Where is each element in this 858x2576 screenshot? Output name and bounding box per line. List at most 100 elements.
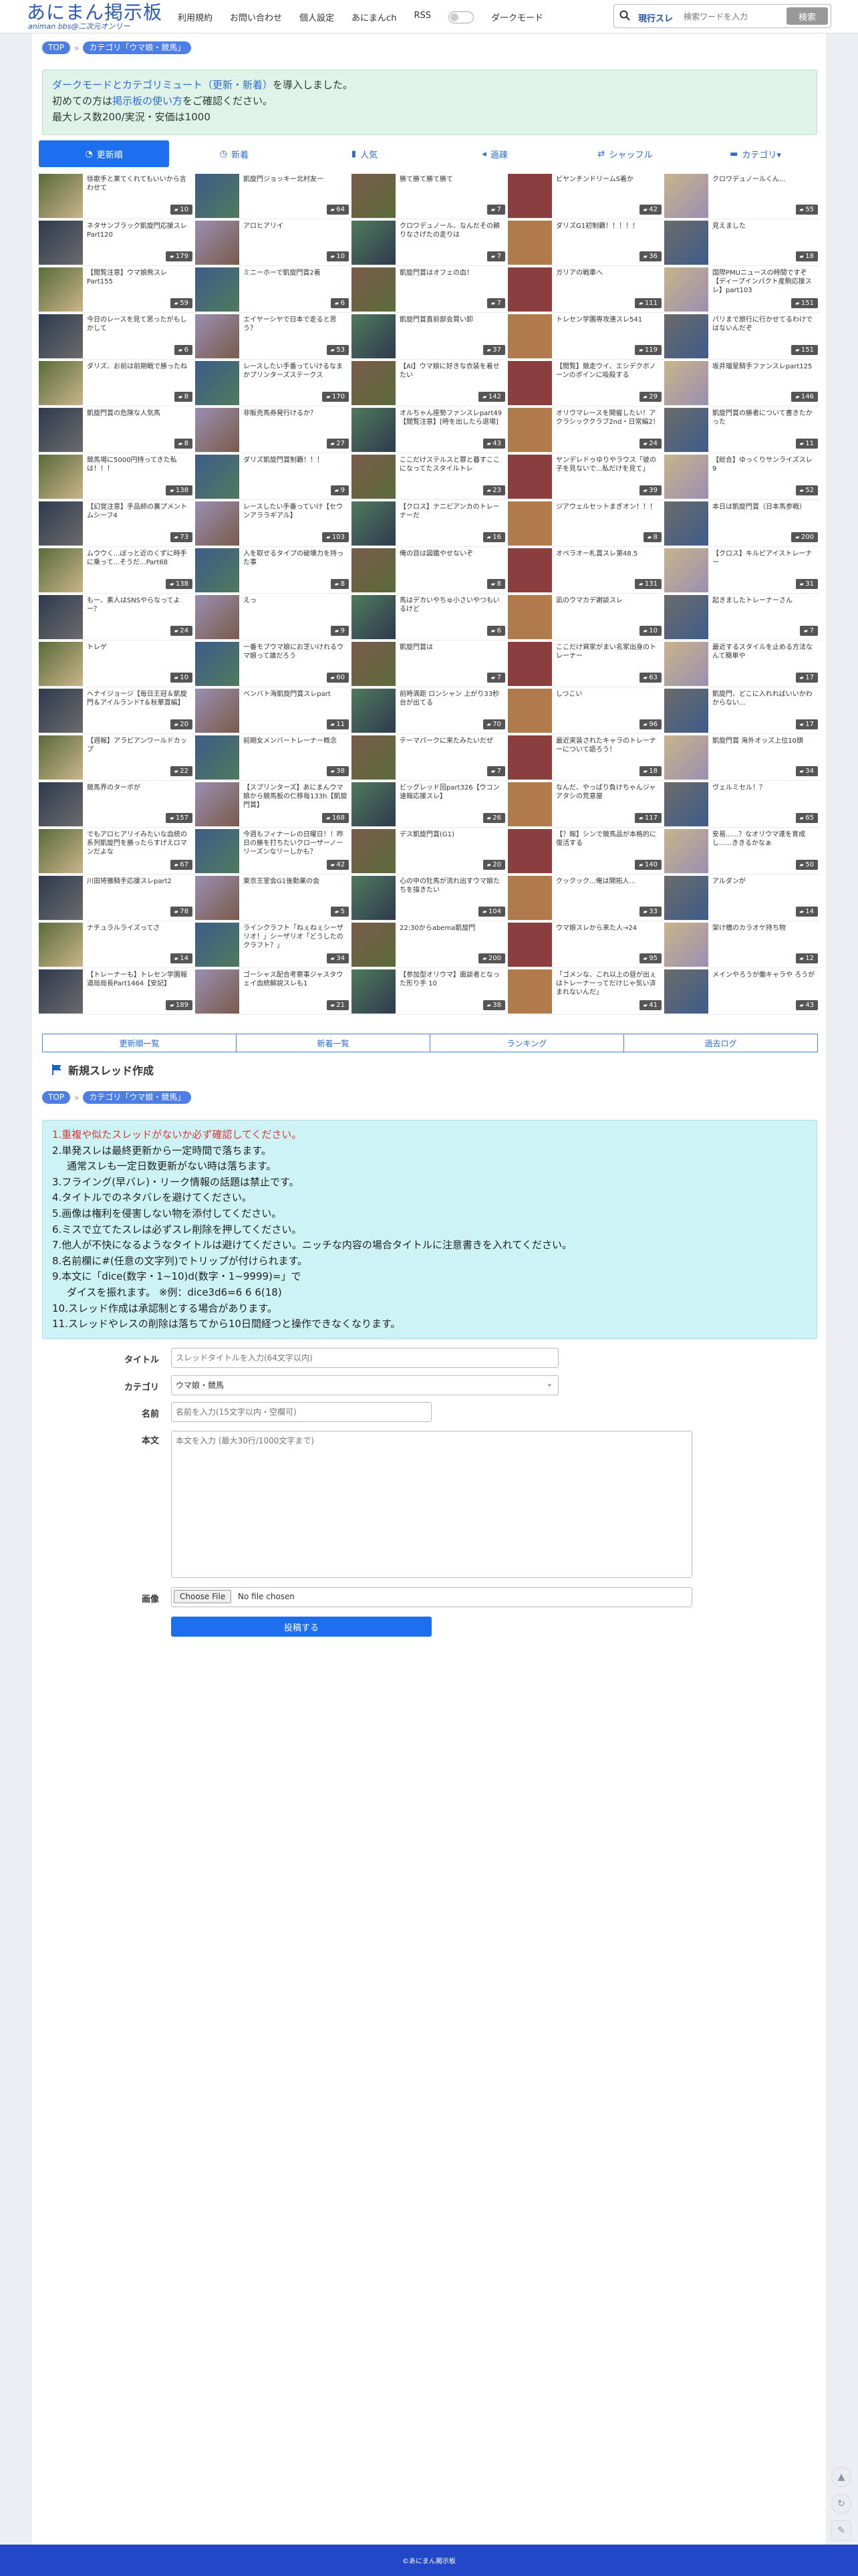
thread-thumbnail[interactable] <box>39 174 83 218</box>
thread-thumbnail[interactable] <box>39 548 83 592</box>
thread-thumbnail[interactable] <box>664 314 708 358</box>
thread-title[interactable]: メインやろうが働キャラや ろうが <box>712 971 817 979</box>
nav-terms[interactable]: 利用規約 <box>178 11 212 25</box>
tab-updated[interactable]: ◔ 更新順 <box>39 140 169 167</box>
thread-item[interactable]: えっ 9 <box>195 594 351 640</box>
thread-item[interactable]: 凱旋門ジョッキー北村友一 64 <box>195 172 351 219</box>
thread-title[interactable]: 凱旋門賞は <box>400 643 504 652</box>
thread-thumbnail[interactable] <box>195 876 239 920</box>
thread-title[interactable]: オペラオー札賞スレ第48.5 <box>556 550 660 558</box>
thread-item[interactable]: 凱旋門賞はオフェの血！ 7 <box>351 266 508 313</box>
thread-item[interactable]: 【？報】シンで競馬品が本格的に復活する 140 <box>508 828 664 874</box>
thread-item[interactable]: 川田将雅騎手応援スレpart2 78 <box>39 874 195 921</box>
thread-thumbnail[interactable] <box>195 969 239 1014</box>
thread-title[interactable]: 今週もフィナーレの日曜日！！昨日の勝を打ちたいクローザーノーリーズンなリーしかも… <box>243 830 347 856</box>
notice-darkmode-link[interactable]: ダークモードとカテゴリミュート（更新・新着） <box>52 79 273 91</box>
thread-thumbnail[interactable] <box>508 548 552 592</box>
thread-title[interactable]: 【？報】シンで競馬品が本格的に復活する <box>556 830 660 848</box>
breadcrumb-category[interactable]: カテゴリ「ウマ娘・競馬」 <box>83 41 192 54</box>
thread-thumbnail[interactable] <box>508 267 552 312</box>
thread-item[interactable]: 競馬界のターボが 157 <box>39 781 195 828</box>
thread-item[interactable]: なんだ、やっぱり負けちゃんジャアタシの荒意屋 117 <box>508 781 664 828</box>
thread-title[interactable]: アルダンが <box>712 877 817 886</box>
thread-thumbnail[interactable] <box>508 876 552 920</box>
thread-title[interactable]: 凱旋門賞の危険な人気馬 <box>87 409 191 418</box>
thread-item[interactable]: 入を取せるタイプの破壊力を持った事 8 <box>195 547 351 594</box>
thread-item[interactable]: 競馬場に5000円持ってきた私は！！！ 138 <box>39 453 195 500</box>
thread-thumbnail[interactable] <box>195 735 239 780</box>
thread-item[interactable]: 凱旋門賞は 7 <box>351 640 508 687</box>
thread-title[interactable]: 本日は凱旋門賞（日本馬参戦） <box>712 503 817 511</box>
thread-title[interactable]: ウマ娘スレから来た人→24 <box>556 924 660 933</box>
thread-title[interactable]: レースしたい手番っていけるなまかプリンターズステークス <box>243 362 347 380</box>
thread-item[interactable]: 東京王室会G1後勤業の会 5 <box>195 874 351 921</box>
search-mode-select[interactable]: 現行スレ <box>638 11 673 24</box>
thread-title[interactable]: ベンバト海凱旋門賞スレpart <box>243 690 347 699</box>
thread-thumbnail[interactable] <box>351 735 396 780</box>
thread-thumbnail[interactable] <box>664 174 708 218</box>
thread-thumbnail[interactable] <box>39 408 83 452</box>
thread-thumbnail[interactable] <box>664 969 708 1014</box>
submit-button[interactable]: 投稿する <box>171 1617 432 1637</box>
thread-title[interactable]: 凱旋門ジョッキー北村友一 <box>243 175 347 184</box>
thread-thumbnail[interactable] <box>195 174 239 218</box>
thread-item[interactable]: 凱旋門賞の勝者について書きたかった 11 <box>664 406 821 453</box>
thread-title[interactable]: ムウウく...ぼっと近のくずに時手に乗って...そうだ...Part68 <box>87 550 191 567</box>
nav-animanch[interactable]: あにまんch <box>351 11 396 25</box>
updated-list-link[interactable]: 更新順一覧 <box>42 1034 237 1052</box>
thread-thumbnail[interactable] <box>664 455 708 499</box>
breadcrumb-top[interactable]: TOP <box>42 41 71 54</box>
thread-item[interactable]: 凪のウマカデ謝談スレ 10 <box>508 594 664 640</box>
thread-item[interactable]: 【AI】ウマ娘に好きな衣装を着せたい 142 <box>351 360 508 406</box>
thread-thumbnail[interactable] <box>664 876 708 920</box>
thread-title[interactable]: 前時満距 ロンシャン 上がり33秒台が出てる <box>400 690 504 707</box>
thread-item[interactable]: 国際PMUニュースの時間ですぞ【ディープインパクト産駒応援スレ】part103 1… <box>664 266 821 313</box>
thread-item[interactable]: クロワデュノール、なんだその頼りなさげたの走りは 7 <box>351 219 508 266</box>
thread-title[interactable]: 【週報】アラビアンワールドカップ <box>87 737 191 754</box>
thread-thumbnail[interactable] <box>664 782 708 826</box>
thread-title[interactable]: クロワデュノール、なんだその頼りなさげたの走りは <box>400 222 504 239</box>
thread-item[interactable]: ヤンデレドゥゆりやラウス「彼の子を見ないで...私だけを見て」 39 <box>508 453 664 500</box>
thread-thumbnail[interactable] <box>39 361 83 405</box>
breadcrumb-category[interactable]: カテゴリ「ウマ娘・競馬」 <box>83 1091 192 1104</box>
thread-title[interactable]: 川田将雅騎手応援スレpart2 <box>87 877 191 886</box>
thread-thumbnail[interactable] <box>351 361 396 405</box>
thread-item[interactable]: 【総合】ゆっくりサンライズスレ9 52 <box>664 453 821 500</box>
thread-item[interactable]: クロワデュノールくん... 55 <box>664 172 821 219</box>
thread-title[interactable]: 凱旋門賞直前部会買い卸 <box>400 316 504 324</box>
tab-sparse[interactable]: ◂ 過疎 <box>430 140 560 167</box>
thread-title[interactable]: デス凱旋門賞(G1) <box>400 830 504 839</box>
thread-item[interactable]: 【スプリンターズ】あにまんウマ娘から競馬板の仁移毎133h【凱旋門賞】 168 <box>195 781 351 828</box>
thread-title[interactable]: ジアウェルセットまぎオン！！！ <box>556 503 660 511</box>
thread-thumbnail[interactable] <box>351 267 396 312</box>
thread-item[interactable]: 心の中の牡馬が流れ出すウマ娘たちを描きたい 104 <box>351 874 508 921</box>
thread-item[interactable]: ミニーホーで凱旋門賞2着 6 <box>195 266 351 313</box>
thread-title[interactable]: 架け橋のカラオケ持ち物 <box>712 924 817 933</box>
thread-thumbnail[interactable] <box>39 735 83 780</box>
thread-title[interactable]: ダリズG1初制覇！！！！！ <box>556 222 660 231</box>
scroll-top-button[interactable]: ▲ <box>831 2467 851 2487</box>
thread-thumbnail[interactable] <box>508 923 552 967</box>
title-input[interactable] <box>171 1348 559 1368</box>
thread-item[interactable]: 馬はデカいやちゅ小さいやつもいるけど 6 <box>351 594 508 640</box>
thread-title[interactable]: パリまで旅行に行かせてるわけではないんだぞ <box>712 316 817 333</box>
thread-item[interactable]: ゴーシャス配合考察事ジャスタウェイ血統解説スレも1 21 <box>195 968 351 1015</box>
thread-thumbnail[interactable] <box>664 689 708 733</box>
thread-item[interactable]: デス凱旋門賞(G1) 20 <box>351 828 508 874</box>
thread-item[interactable]: トレセン学園専攻連スレ541 119 <box>508 313 664 360</box>
thread-item[interactable]: ナチュラルライズってさ 14 <box>39 921 195 968</box>
thread-thumbnail[interactable] <box>508 595 552 639</box>
thread-thumbnail[interactable] <box>195 408 239 452</box>
thread-thumbnail[interactable] <box>351 174 396 218</box>
thread-thumbnail[interactable] <box>195 361 239 405</box>
thread-item[interactable]: 見えました 18 <box>664 219 821 266</box>
thread-item[interactable]: 勝て勝て勝て勝て 7 <box>351 172 508 219</box>
thread-title[interactable]: 競馬場に5000円持ってきた私は！！！ <box>87 456 191 473</box>
thread-title[interactable]: 徐歌手と果てくれてもいいから言わせて <box>87 175 191 193</box>
thread-thumbnail[interactable] <box>664 548 708 592</box>
thread-thumbnail[interactable] <box>39 876 83 920</box>
thread-title[interactable]: 東京王室会G1後勤業の会 <box>243 877 347 886</box>
nav-settings[interactable]: 個人設定 <box>299 11 334 25</box>
thread-thumbnail[interactable] <box>508 408 552 452</box>
thread-thumbnail[interactable] <box>195 314 239 358</box>
